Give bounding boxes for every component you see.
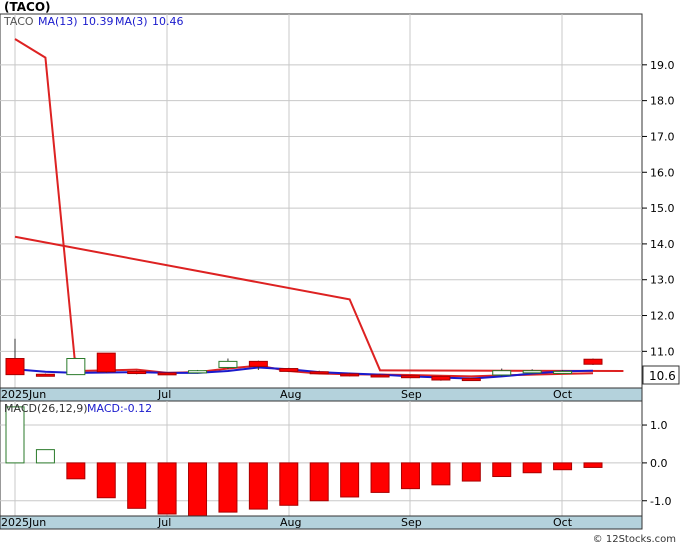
candle-body-13 bbox=[400, 375, 420, 379]
macd-bar-2 bbox=[66, 462, 86, 480]
price-tick-label-2: 17.0 bbox=[650, 130, 675, 143]
last-price-value: 10.6 bbox=[649, 369, 676, 383]
legend-ma13-value: 10.39 bbox=[82, 15, 114, 28]
candle-body-16 bbox=[492, 370, 512, 376]
candle-body-7 bbox=[218, 360, 238, 368]
candle-body-14 bbox=[431, 375, 451, 381]
price-xaxis-label-0: 2025Jun bbox=[1, 388, 46, 401]
price-x-axis: 2025Jun Jul Aug Sep Oct bbox=[0, 387, 643, 402]
macd-bar-10 bbox=[309, 462, 329, 502]
price-tick-label-5: 14.0 bbox=[650, 238, 675, 251]
macd-tick-label-1: 0.0 bbox=[650, 457, 668, 470]
macd-bar-11 bbox=[340, 462, 360, 498]
macd-bar-18 bbox=[553, 462, 573, 471]
macd-xaxis-label-0: 2025Jun bbox=[1, 516, 46, 529]
legend-symbol: TACO bbox=[3, 15, 34, 28]
candle-body-10 bbox=[309, 371, 329, 375]
chart-title: (TACO) bbox=[4, 0, 51, 14]
candle-body-17 bbox=[522, 370, 542, 374]
macd-axis-band bbox=[0, 515, 643, 530]
macd-legend-value: MACD:-0.12 bbox=[87, 402, 152, 415]
macd-tick-label-2: -1.0 bbox=[650, 495, 671, 508]
price-xaxis-label-3: Sep bbox=[401, 388, 422, 401]
candle-body-12 bbox=[370, 374, 390, 378]
price-xaxis-label-4: Oct bbox=[553, 388, 573, 401]
price-xaxis-label-1: Jul bbox=[157, 388, 171, 401]
price-plot-area bbox=[0, 13, 643, 389]
legend-ma13-label: MA(13) bbox=[38, 15, 78, 28]
legend-ma3-label: MA(3) bbox=[115, 15, 148, 28]
candle-body-6 bbox=[188, 370, 208, 374]
macd-bar-19 bbox=[583, 462, 603, 468]
macd-legend-label: MACD(26,12,9) bbox=[4, 402, 88, 415]
candle-body-2 bbox=[66, 358, 86, 376]
candle-body-3 bbox=[96, 352, 116, 373]
macd-bar-1 bbox=[35, 449, 55, 464]
price-tick-label-3: 16.0 bbox=[650, 166, 675, 179]
macd-bar-0 bbox=[5, 406, 25, 464]
macd-bar-9 bbox=[279, 462, 299, 506]
price-axis-band bbox=[0, 387, 643, 402]
candle-body-11 bbox=[340, 373, 360, 377]
candle-body-8 bbox=[248, 360, 268, 367]
stock-chart: (TACO) 19.018.017.016.015.014.013.012.01… bbox=[0, 0, 680, 545]
candle-body-5 bbox=[157, 372, 177, 376]
watermark: © 12Stocks.com bbox=[593, 534, 676, 545]
candle-body-4 bbox=[127, 370, 147, 375]
macd-xaxis-label-4: Oct bbox=[553, 516, 573, 529]
macd-x-axis: 2025Jun Jul Aug Sep Oct bbox=[0, 515, 643, 530]
macd-bar-13 bbox=[400, 462, 420, 490]
macd-bar-8 bbox=[248, 462, 268, 510]
macd-xaxis-label-3: Sep bbox=[401, 516, 422, 529]
macd-bar-4 bbox=[127, 462, 147, 509]
price-tick-label-6: 13.0 bbox=[650, 274, 675, 287]
price-tick-label-8: 11.0 bbox=[650, 345, 675, 358]
price-tick-label-1: 18.0 bbox=[650, 95, 675, 108]
macd-bar-16 bbox=[492, 462, 512, 478]
candle-body-18 bbox=[553, 370, 573, 374]
macd-panel: 1.0 0.0 -1.0 MACD(26,12,9) MACD:-0.12 bbox=[0, 400, 671, 517]
candle-body-19 bbox=[583, 358, 603, 365]
macd-bar-3 bbox=[96, 462, 116, 499]
candle-body-9 bbox=[279, 368, 299, 372]
price-tick-label-4: 15.0 bbox=[650, 202, 675, 215]
macd-xaxis-label-2: Aug bbox=[280, 516, 301, 529]
macd-bar-17 bbox=[522, 462, 542, 474]
macd-bar-15 bbox=[461, 462, 481, 482]
candle-body-0 bbox=[5, 358, 25, 376]
price-tick-label-7: 12.0 bbox=[650, 310, 675, 323]
macd-tick-label-0: 1.0 bbox=[650, 419, 668, 432]
macd-bar-5 bbox=[157, 462, 177, 515]
macd-xaxis-label-1: Jul bbox=[157, 516, 171, 529]
candle-body-15 bbox=[461, 378, 481, 382]
candle-body-1 bbox=[35, 373, 55, 377]
price-panel: 19.0 18.0 17.0 16.0 15.0 14.0 13.0 12.0 11.0 TAC… bbox=[0, 13, 680, 389]
macd-bar-6 bbox=[188, 462, 208, 517]
legend-ma3-value: 10.46 bbox=[152, 15, 184, 28]
macd-bar-14 bbox=[431, 462, 451, 486]
price-tick-label-0: 19.0 bbox=[650, 59, 675, 72]
macd-bar-7 bbox=[218, 462, 238, 513]
macd-bar-12 bbox=[370, 462, 390, 493]
price-xaxis-label-2: Aug bbox=[280, 388, 301, 401]
